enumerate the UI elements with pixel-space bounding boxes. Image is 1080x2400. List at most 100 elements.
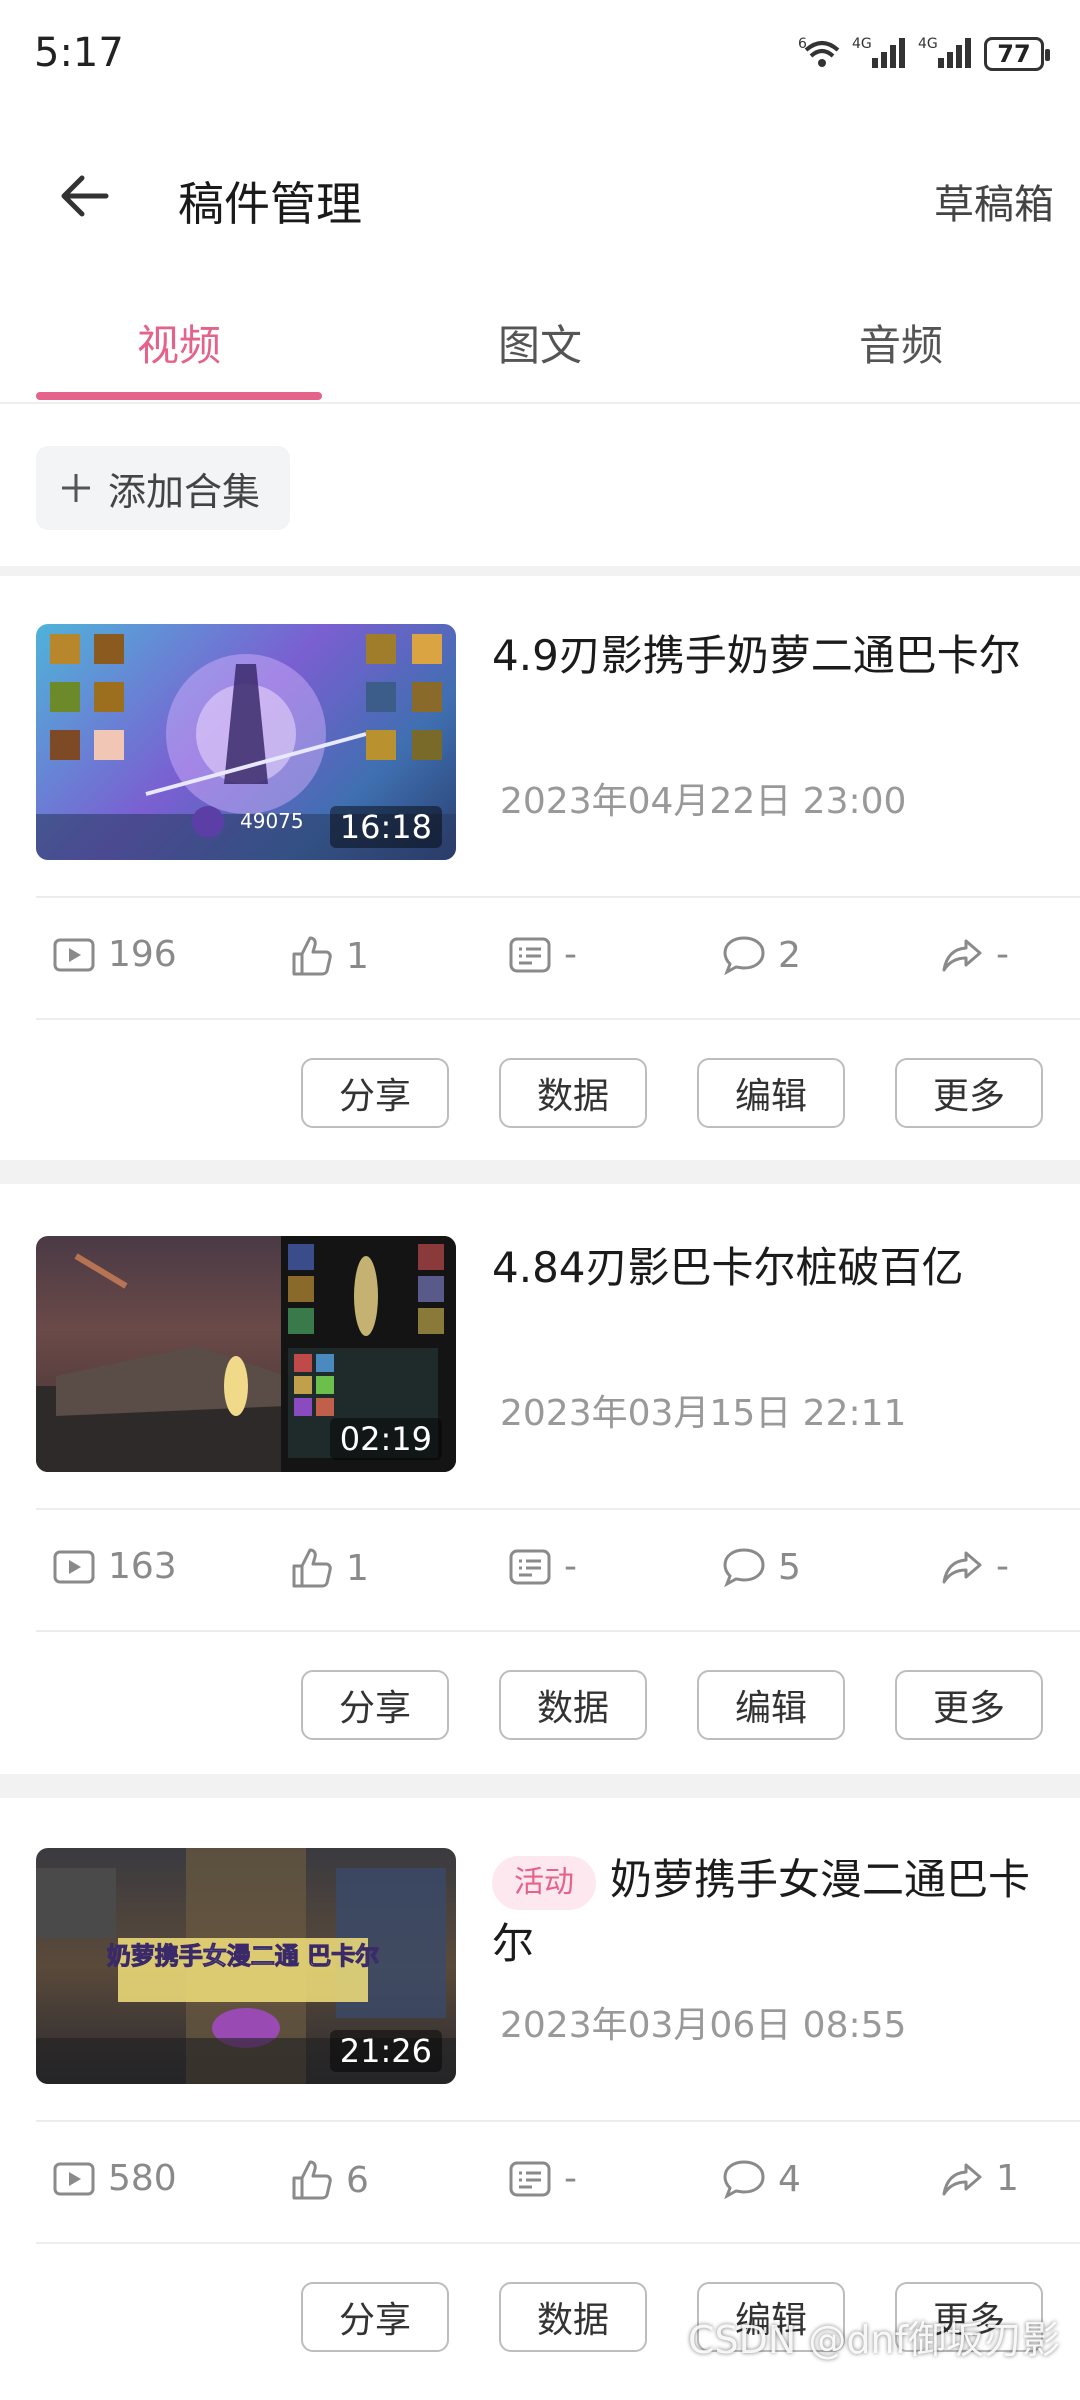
back-button[interactable] <box>44 164 124 228</box>
plays-count: 196 <box>108 934 177 975</box>
video-card: 02:19 4.84刃影巴卡尔桩破百亿 2023年03月15日 22:11 16… <box>0 1188 1080 1748</box>
stat-likes: 1 <box>290 934 369 978</box>
stat-comments: 5 <box>722 1546 801 1588</box>
thumbs-up-icon <box>292 2160 332 2200</box>
stat-comments: 4 <box>722 2158 801 2200</box>
svg-text:4G: 4G <box>852 36 872 52</box>
share-icon <box>942 939 982 971</box>
video-duration: 21:26 <box>329 2030 442 2072</box>
comment-icon <box>723 936 765 976</box>
danmaku-icon <box>509 1549 551 1584</box>
signal-icon-1: 4G <box>852 34 908 74</box>
video-title-text: 4.9刃影携手奶萝二通巴卡尔 <box>492 631 1021 680</box>
signal-icon-2: 4G <box>918 34 974 74</box>
comments-count: 4 <box>778 2158 801 2200</box>
comment-icon <box>723 1548 765 1588</box>
status-bar: 5:17 6 4G 4G 77 <box>0 0 1080 110</box>
video-title-text: 4.84刃影巴卡尔桩破百亿 <box>492 1243 964 1292</box>
plus-icon <box>62 474 90 502</box>
comment-icon <box>723 2160 765 2200</box>
likes-count: 6 <box>346 2159 369 2201</box>
more-button[interactable]: 更多 <box>895 1670 1043 1740</box>
tab-audio[interactable]: 音频 <box>801 312 1001 373</box>
share-icon <box>942 2163 982 2195</box>
activity-badge: 活动 <box>492 1855 596 1910</box>
video-date: 2023年03月15日 22:11 <box>500 1393 907 1434</box>
status-icons: 6 4G 4G 77 <box>798 34 1050 74</box>
video-date: 2023年04月22日 23:00 <box>500 781 907 822</box>
watermark: CSDN @dnf御坂刃影 <box>687 2318 1060 2362</box>
thumb-overlay-text: 奶萝携手女漫二通 巴卡尔 <box>107 1942 379 1970</box>
share-button[interactable]: 分享 <box>301 2282 449 2352</box>
share-button[interactable]: 分享 <box>301 1670 449 1740</box>
shares-count: 1 <box>996 2158 1019 2199</box>
video-duration: 02:19 <box>329 1418 442 1460</box>
video-title[interactable]: 4.9刃影携手奶萝二通巴卡尔 <box>492 624 1052 688</box>
battery-level: 77 <box>997 40 1031 68</box>
danmaku-count: - <box>564 1546 577 1587</box>
video-date: 2023年03月06日 08:55 <box>500 2005 907 2046</box>
arrow-left-icon <box>61 175 109 217</box>
video-title[interactable]: 4.84刃影巴卡尔桩破百亿 <box>492 1236 1052 1300</box>
section-separator <box>0 566 1080 576</box>
data-button[interactable]: 数据 <box>499 2282 647 2352</box>
danmaku-icon <box>509 937 551 972</box>
thumbs-up-icon <box>292 936 332 976</box>
video-thumbnail[interactable]: 49075 16:18 <box>36 624 456 860</box>
page-title: 稿件管理 <box>178 177 362 231</box>
title-bar: 稿件管理 草稿箱 <box>0 130 1080 260</box>
shares-count: - <box>996 934 1009 975</box>
video-actions: 分享 数据 编辑 更多 <box>0 1020 1080 1136</box>
plays-count: 580 <box>108 2158 177 2199</box>
share-icon <box>942 1551 982 1583</box>
play-icon <box>53 1550 95 1583</box>
plays-count: 163 <box>108 1546 177 1587</box>
likes-count: 1 <box>346 935 369 977</box>
tab-video[interactable]: 视频 <box>79 312 279 373</box>
status-time: 5:17 <box>34 30 124 76</box>
video-stats: 163 1 - 5 - <box>0 1510 1080 1632</box>
tab-image-text[interactable]: 图文 <box>440 312 640 373</box>
svg-text:4G: 4G <box>918 36 938 52</box>
video-card: 49075 16:18 4.9刃影携手奶萝二通巴卡尔 2023年04月22日 2… <box>0 576 1080 1136</box>
comments-count: 2 <box>778 934 801 976</box>
video-actions: 分享 数据 编辑 更多 <box>0 1632 1080 1748</box>
danmaku-count: - <box>564 2158 577 2199</box>
edit-button[interactable]: 编辑 <box>697 1058 845 1128</box>
battery-icon: 77 <box>984 37 1050 71</box>
stat-comments: 2 <box>722 934 801 976</box>
shares-count: - <box>996 1546 1009 1587</box>
data-button[interactable]: 数据 <box>499 1058 647 1128</box>
play-icon <box>53 938 95 971</box>
video-thumbnail[interactable]: 奶萝携手女漫二通 巴卡尔 21:26 <box>36 1848 456 2084</box>
add-collection-label: 添加合集 <box>108 469 261 514</box>
video-title[interactable]: 活动 奶萝携手女漫二通巴卡尔 <box>492 1848 1052 1976</box>
video-stats: 196 1 - 2 - <box>0 898 1080 1020</box>
comments-count: 5 <box>778 1546 801 1588</box>
stat-danmaku: - <box>508 934 577 975</box>
stat-plays: 196 <box>52 934 177 975</box>
wifi-icon: 6 <box>798 34 842 74</box>
play-icon <box>53 2162 95 2195</box>
stat-danmaku: - <box>508 1546 577 1587</box>
drafts-button[interactable]: 草稿箱 <box>934 172 1054 230</box>
danmaku-count: - <box>564 934 577 975</box>
video-duration: 16:18 <box>329 806 442 848</box>
likes-count: 1 <box>346 1547 369 1589</box>
stat-shares: - <box>940 1546 1009 1587</box>
edit-button[interactable]: 编辑 <box>697 1670 845 1740</box>
video-card: 奶萝携手女漫二通 巴卡尔 21:26 活动 奶萝携手女漫二通巴卡尔 2023年03… <box>0 1800 1080 2360</box>
video-thumbnail[interactable]: 02:19 <box>36 1236 456 1472</box>
stat-shares: - <box>940 934 1009 975</box>
add-collection-button[interactable]: 添加合集 <box>36 446 290 530</box>
more-button[interactable]: 更多 <box>895 1058 1043 1128</box>
svg-text:49075: 49075 <box>240 809 304 833</box>
stat-shares: 1 <box>940 2158 1019 2199</box>
stat-plays: 163 <box>52 1546 177 1587</box>
share-button[interactable]: 分享 <box>301 1058 449 1128</box>
stat-plays: 580 <box>52 2158 177 2199</box>
stat-likes: 1 <box>290 1546 369 1590</box>
tab-bar: 视频 图文 音频 <box>0 290 1080 404</box>
video-stats: 580 6 - 4 1 <box>0 2122 1080 2244</box>
data-button[interactable]: 数据 <box>499 1670 647 1740</box>
